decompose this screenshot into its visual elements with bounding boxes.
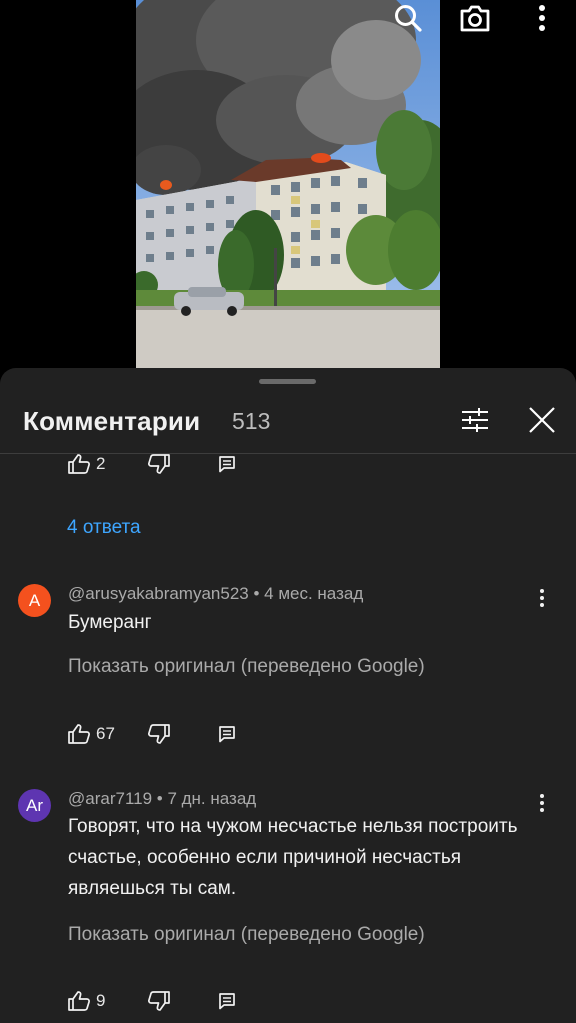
comment-time: • 7 дн. назад	[152, 789, 257, 808]
thumb-down-icon	[148, 991, 170, 1011]
more-vert-icon[interactable]	[520, 0, 564, 36]
comment-time: • 4 мес. назад	[248, 584, 364, 603]
thumb-up-icon	[68, 724, 90, 744]
drag-handle[interactable]	[259, 379, 316, 384]
avatar-letter: A	[28, 590, 41, 610]
comments-count: 513	[232, 408, 271, 434]
comment-actions: 2	[68, 454, 248, 476]
reply-icon	[219, 726, 235, 743]
view-replies-link[interactable]: 4 ответа	[67, 517, 141, 539]
comments-list: 2 4 ответа A @arusyakabramyan523 • 4 мес…	[0, 454, 576, 1023]
comments-header: Комментарии 513	[0, 388, 576, 452]
like-button[interactable]: 2	[68, 454, 148, 474]
camera-icon[interactable]	[453, 0, 497, 36]
comment-actions: 9	[68, 989, 248, 1013]
avatar[interactable]: Ar	[18, 789, 51, 822]
close-icon[interactable]	[522, 400, 562, 440]
comment-more-icon[interactable]	[528, 789, 556, 817]
reply-button[interactable]	[218, 455, 248, 473]
dislike-button[interactable]	[148, 724, 218, 744]
comments-panel: Комментарии 513 2 4 ответа A @arusyakabr…	[0, 368, 576, 1023]
reply-icon	[219, 993, 235, 1010]
reply-button[interactable]	[218, 992, 248, 1010]
comment-meta: @arusyakabramyan523 • 4 мес. назад	[68, 584, 363, 604]
video-frame-building-fire	[136, 0, 440, 368]
comment-actions: 67	[68, 722, 248, 746]
show-original-link[interactable]: Показать оригинал (переведено Google)	[68, 924, 425, 946]
like-button[interactable]: 9	[68, 991, 148, 1011]
dislike-button[interactable]	[148, 454, 218, 474]
like-count: 67	[96, 724, 115, 743]
filter-sliders-icon[interactable]	[455, 400, 495, 440]
like-button[interactable]: 67	[68, 724, 148, 744]
video-player[interactable]	[0, 0, 576, 370]
show-original-link[interactable]: Показать оригинал (переведено Google)	[68, 656, 425, 678]
comment-text: Говорят, что на чужом несчастье нельзя п…	[68, 816, 518, 899]
avatar-letter: Ar	[26, 795, 43, 815]
search-icon[interactable]	[386, 0, 430, 36]
comment-text: Бумеранг	[68, 612, 152, 633]
comment-meta: @arar7119 • 7 дн. назад	[68, 789, 256, 809]
comment-author[interactable]: @arusyakabramyan523	[68, 584, 249, 603]
comments-title: Комментарии	[23, 406, 201, 436]
thumb-down-icon	[148, 454, 170, 474]
thumb-down-icon	[148, 724, 170, 744]
thumb-up-icon	[68, 991, 90, 1011]
reply-icon	[219, 456, 235, 473]
reply-button[interactable]	[218, 725, 248, 743]
comment-author[interactable]: @arar7119	[68, 789, 152, 808]
like-count: 2	[96, 454, 106, 473]
avatar[interactable]: A	[18, 584, 51, 617]
dislike-button[interactable]	[148, 991, 218, 1011]
like-count: 9	[96, 991, 106, 1010]
thumb-up-icon	[68, 454, 90, 474]
